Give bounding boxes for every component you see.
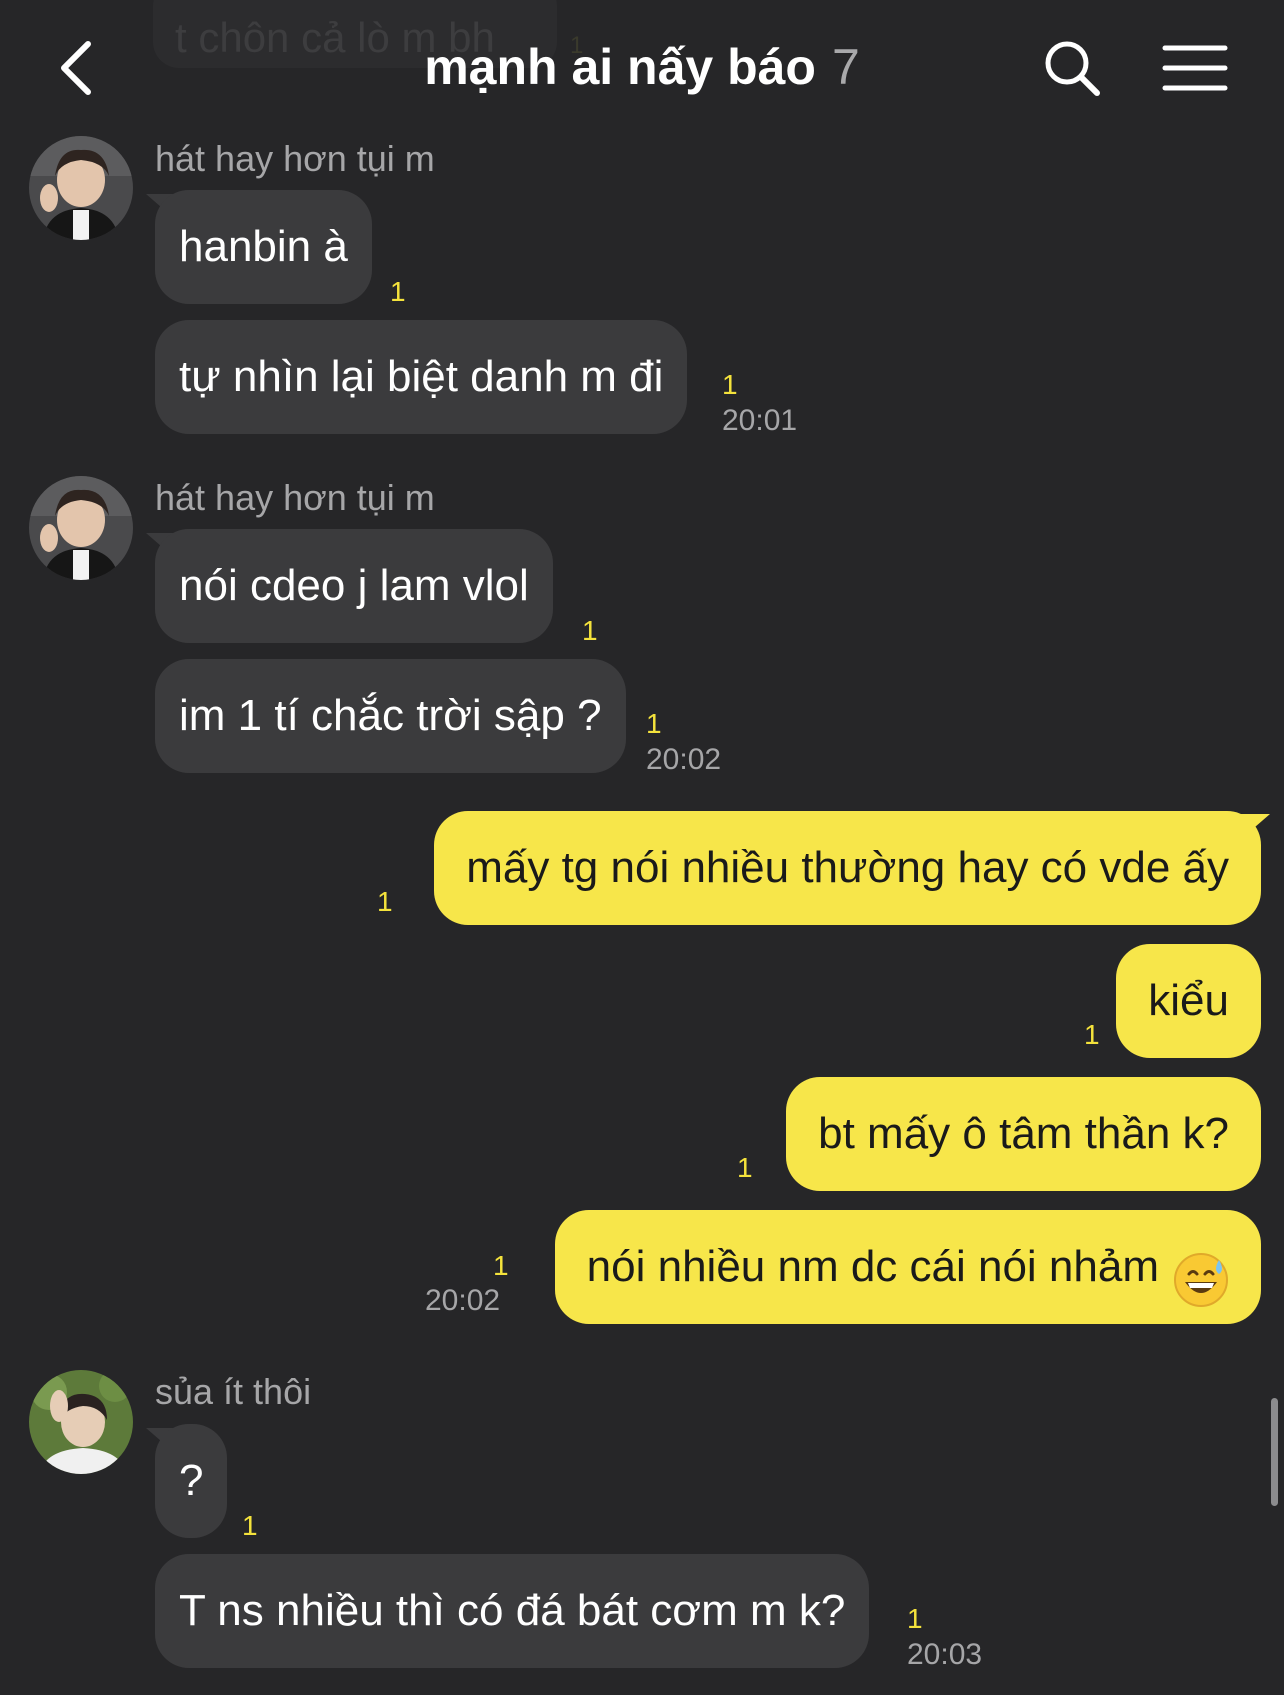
message-bubble[interactable]: hanbin à	[155, 190, 372, 304]
unread-count: 1	[907, 1603, 923, 1634]
message-timestamp: 20:03	[907, 1638, 983, 1671]
message-text: nói nhiều nm dc cái nói nhảm	[586, 1242, 1159, 1291]
sender-avatar[interactable]	[29, 1370, 133, 1474]
message-bubble-outgoing[interactable]: mấy tg nói nhiều thường hay có vde ấy	[434, 811, 1261, 925]
message-bubble-outgoing[interactable]: bt mấy ô tâm thần k?	[786, 1077, 1261, 1191]
sender-name: hát hay hơn tụi m	[155, 138, 435, 179]
message-bubble[interactable]: im 1 tí chắc trời sập ?	[155, 659, 626, 773]
sender-name: hát hay hơn tụi m	[155, 477, 435, 518]
unread-count: 1	[242, 1510, 258, 1541]
sender-avatar[interactable]	[29, 136, 133, 240]
message-bubble[interactable]: tự nhìn lại biệt danh m đi	[155, 320, 688, 434]
sender-name: sủa ít thôi	[155, 1371, 312, 1412]
message-bubble-outgoing[interactable]: nói nhiều nm dc cái nói nhảm	[554, 1210, 1261, 1324]
unread-count: 1	[493, 1250, 509, 1281]
message-bubble[interactable]: nói cdeo j lam vlol	[155, 529, 553, 643]
message-timestamp: 20:01	[722, 404, 798, 437]
message-bubble[interactable]: T ns nhiều thì có đá bát cơm m k?	[155, 1554, 870, 1668]
unread-count: 1	[377, 886, 393, 917]
unread-count: 1	[390, 276, 406, 307]
message-timestamp: 20:02	[425, 1284, 501, 1317]
chat-title[interactable]: mạnh ai nấy báo	[424, 39, 816, 95]
message-timestamp: 20:02	[646, 743, 722, 776]
unread-count: 1	[737, 1152, 753, 1183]
sender-avatar[interactable]	[29, 476, 133, 580]
grinning-face-with-sweat-emoji-icon	[1173, 1237, 1229, 1308]
message-bubble[interactable]: ?	[155, 1424, 228, 1538]
search-icon[interactable]	[1042, 38, 1102, 98]
member-count: 7	[831, 39, 860, 95]
scrollbar[interactable]	[1271, 1398, 1278, 1506]
menu-icon[interactable]	[1162, 44, 1228, 92]
message-bubble-outgoing[interactable]: kiểu	[1116, 944, 1261, 1058]
unread-count: 1	[582, 615, 598, 646]
unread-count: 1	[722, 369, 738, 400]
unread-count: 1	[646, 708, 662, 739]
unread-count: 1	[1084, 1019, 1100, 1050]
